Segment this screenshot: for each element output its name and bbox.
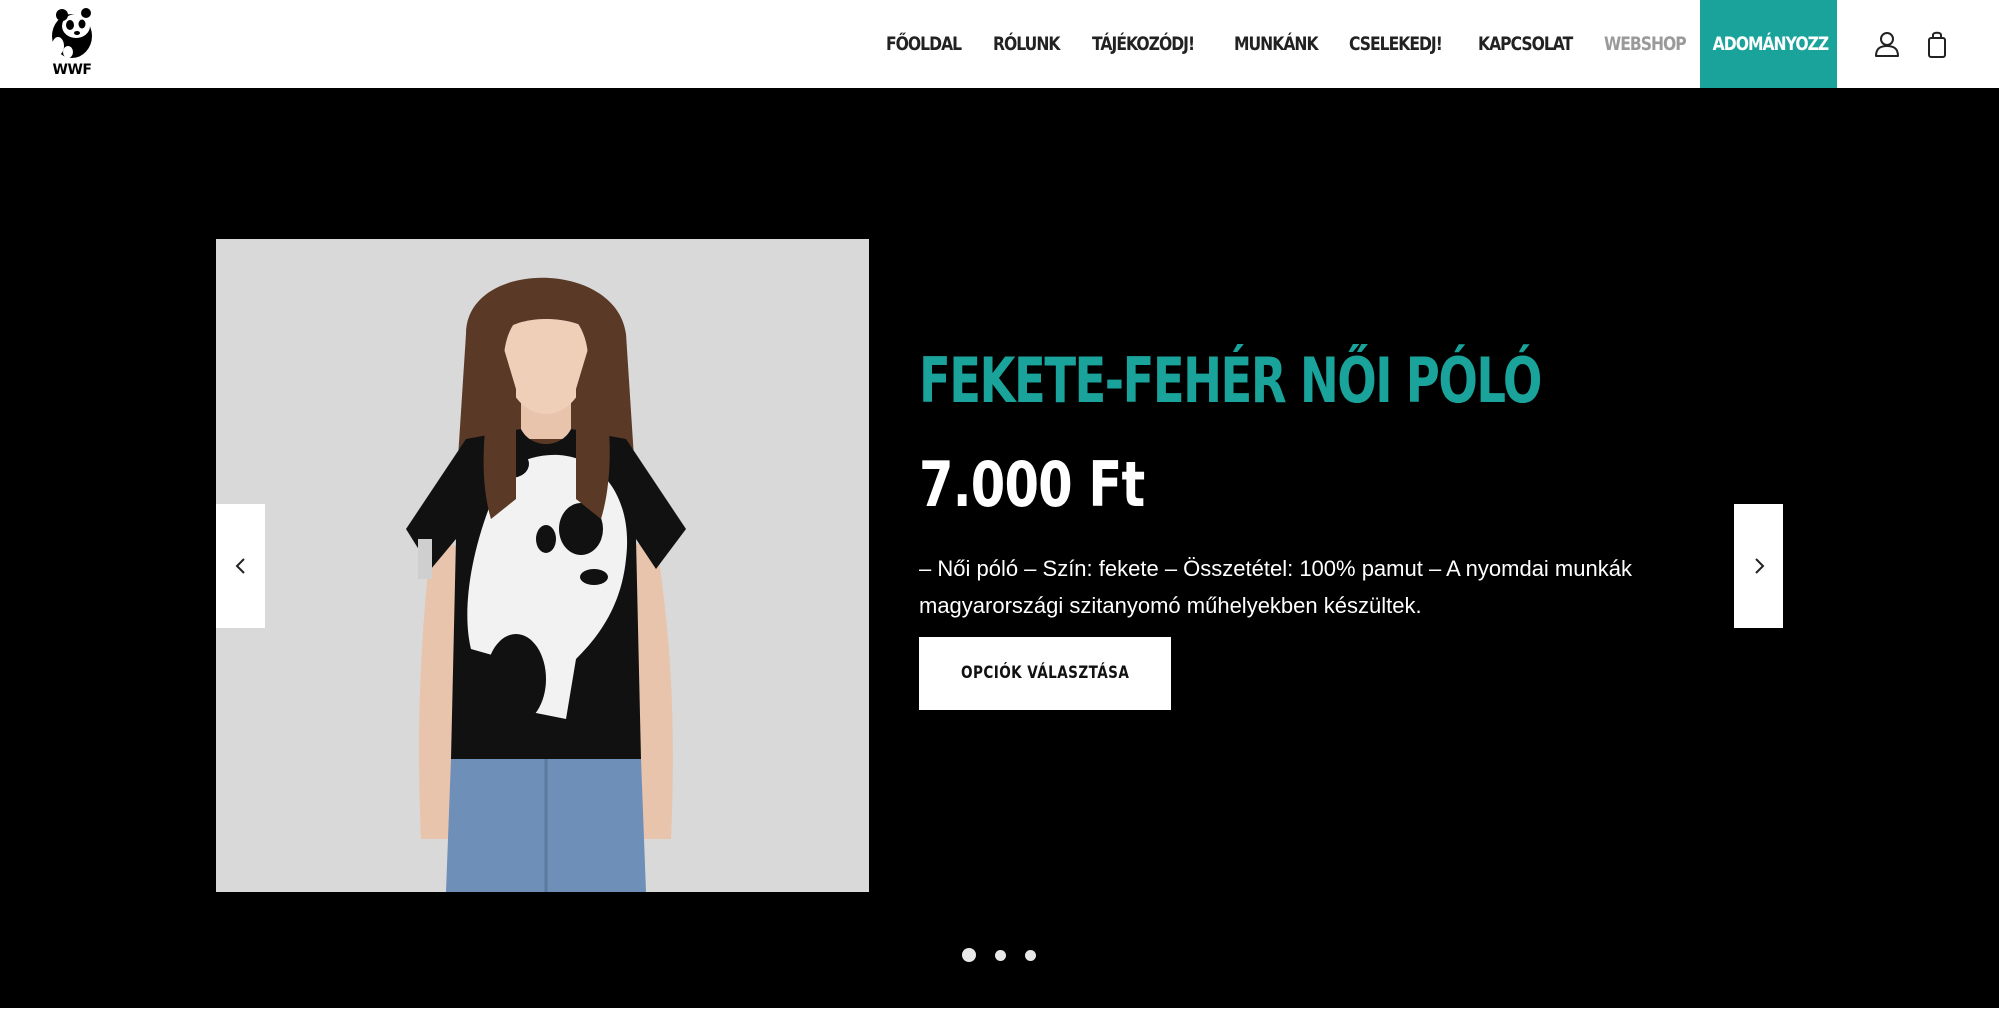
product-image xyxy=(216,239,869,892)
shopping-bag-icon[interactable] xyxy=(1923,29,1953,59)
slider-prev-button[interactable] xyxy=(216,504,265,628)
nav-item-fooldal[interactable]: FŐOLDAL xyxy=(886,0,962,88)
choose-options-label: OPCIÓK VÁLASZTÁSA xyxy=(960,663,1130,683)
donate-button[interactable]: ADOMÁNYOZZ xyxy=(1700,0,1837,88)
nav-item-rolunk[interactable]: RÓLUNK xyxy=(993,0,1060,88)
chevron-left-icon xyxy=(235,558,245,574)
logo-text: WWF xyxy=(52,62,92,78)
product-title[interactable]: FEKETE-FEHÉR NŐI PÓLÓ xyxy=(919,346,1542,416)
choose-options-button[interactable]: OPCIÓK VÁLASZTÁSA xyxy=(919,637,1171,710)
site-header: WWF FŐOLDAL RÓLUNK TÁJÉKOZÓDJ! MUNKÁNK C… xyxy=(0,0,1999,88)
chevron-right-icon xyxy=(1754,558,1764,574)
nav-item-tajekozodj[interactable]: TÁJÉKOZÓDJ! xyxy=(1092,0,1195,88)
user-icon[interactable] xyxy=(1872,29,1902,59)
product-description: – Női póló – Szín: fekete – Összetétel: … xyxy=(919,556,1632,618)
product-slider: FEKETE-FEHÉR NŐI PÓLÓ 7.000 Ft – Női pól… xyxy=(0,88,1999,1008)
donate-label: ADOMÁNYOZZ xyxy=(1712,33,1830,55)
model-tshirt-illustration xyxy=(216,239,869,892)
product-price: 7.000 Ft xyxy=(919,448,1145,521)
wwf-logo[interactable]: WWF xyxy=(46,6,98,78)
panda-logo-icon xyxy=(52,8,92,58)
nav-item-cselekedj[interactable]: CSELEKEDJ! xyxy=(1349,0,1443,88)
nav-item-munkank[interactable]: MUNKÁNK xyxy=(1234,0,1319,88)
slider-dot-3[interactable] xyxy=(1025,950,1036,961)
nav-item-kapcsolat[interactable]: KAPCSOLAT xyxy=(1478,0,1573,88)
slider-next-button[interactable] xyxy=(1734,504,1783,628)
nav-item-webshop[interactable]: WEBSHOP xyxy=(1604,0,1687,88)
slider-dot-2[interactable] xyxy=(995,950,1006,961)
slider-dot-1[interactable] xyxy=(962,948,976,962)
